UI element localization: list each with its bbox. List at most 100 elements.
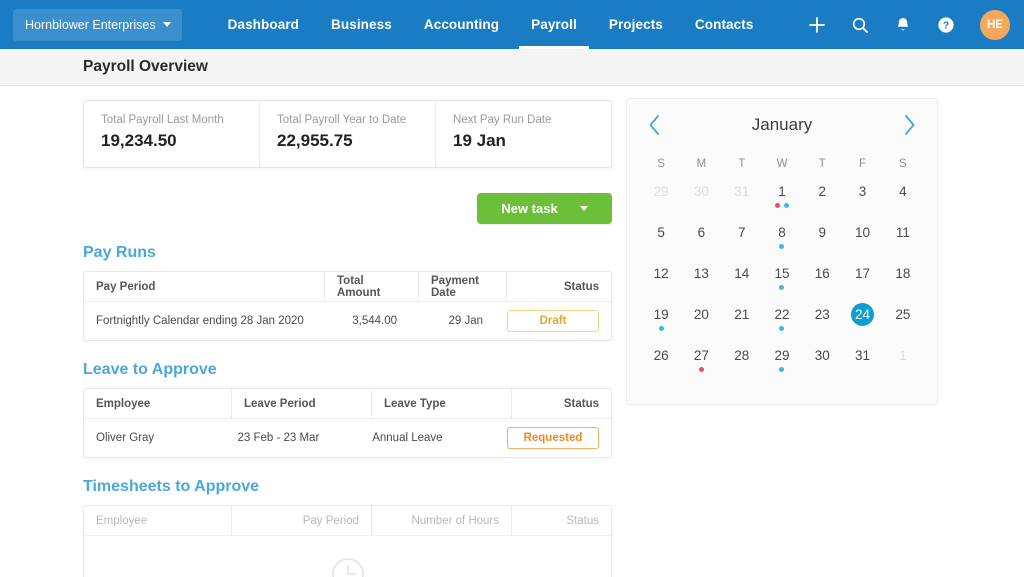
nav-item-contacts[interactable]: Contacts bbox=[679, 0, 770, 49]
calendar-day[interactable]: 2 bbox=[802, 177, 842, 218]
column-header-payment-date: Payment Date bbox=[418, 272, 506, 301]
leave-to-approve-heading: Leave to Approve bbox=[83, 361, 217, 378]
calendar-day[interactable]: 13 bbox=[681, 259, 721, 300]
svg-text:?: ? bbox=[943, 20, 949, 31]
status-badge[interactable]: Draft bbox=[507, 310, 599, 332]
chevron-down-icon bbox=[162, 22, 171, 27]
calendar-day[interactable]: 12 bbox=[641, 259, 681, 300]
nav-item-accounting[interactable]: Accounting bbox=[408, 0, 515, 49]
calendar-weekday: W bbox=[776, 158, 788, 170]
calendar-day-number: 26 bbox=[653, 347, 669, 363]
calendar-day[interactable]: 30 bbox=[802, 341, 842, 382]
chevron-down-icon bbox=[579, 206, 588, 211]
calendar-weekday: F bbox=[859, 158, 867, 170]
calendar-day[interactable]: 23 bbox=[802, 300, 842, 341]
calendar-day[interactable]: 9 bbox=[802, 218, 842, 259]
timesheets-to-approve-heading: Timesheets to Approve bbox=[83, 478, 260, 495]
calendar-weekday: M bbox=[696, 158, 707, 170]
page-content: Total Payroll Last Month 19,234.50 Total P… bbox=[0, 86, 1024, 577]
chevron-left-icon[interactable] bbox=[647, 114, 662, 136]
calendar-day[interactable]: 21 bbox=[722, 300, 762, 341]
calendar-day[interactable]: 31 bbox=[722, 177, 762, 218]
avatar[interactable]: HE bbox=[980, 9, 1010, 40]
search-icon[interactable] bbox=[849, 14, 871, 36]
calendar-day[interactable]: 11 bbox=[883, 218, 923, 259]
top-navigation-bar: Hornblower Enterprises Dashboard Business… bbox=[0, 0, 1024, 49]
calendar-day[interactable]: 28 bbox=[722, 341, 762, 382]
column-header-total-amount: Total Amount bbox=[324, 272, 418, 301]
timesheets-empty-state bbox=[84, 536, 611, 577]
calendar-weekday: S bbox=[657, 158, 665, 170]
calendar-day[interactable]: 10 bbox=[842, 218, 882, 259]
calendar-day[interactable]: 22 bbox=[762, 300, 802, 341]
table-header-row: Employee Pay Period Number of Hours Stat… bbox=[84, 506, 611, 536]
calendar-day[interactable]: 3 bbox=[842, 177, 882, 218]
calendar-day[interactable]: 1 bbox=[883, 341, 923, 382]
table-row[interactable]: Oliver Gray 23 Feb - 23 Mar Annual Leave… bbox=[84, 419, 611, 457]
calendar-day[interactable]: 7 bbox=[722, 218, 762, 259]
calendar-day-number: 16 bbox=[814, 265, 830, 281]
calendar-day-event-dots bbox=[762, 285, 802, 290]
calendar-day[interactable]: 25 bbox=[883, 300, 923, 341]
calendar-day[interactable]: 29 bbox=[641, 177, 681, 218]
table-row[interactable]: Fortnightly Calendar ending 28 Jan 2020 … bbox=[84, 302, 611, 340]
table-header-row: Employee Leave Period Leave Type Status bbox=[84, 389, 611, 419]
calendar-days-grid: 29 30 31 1 2 3 4 5 6 7 8 9 10 11 12 13 14 15 16 17 18 19 20 21 2… bbox=[627, 177, 937, 382]
help-icon[interactable]: ? bbox=[935, 14, 957, 36]
calendar-day[interactable]: 29 bbox=[762, 341, 802, 382]
cell-payment-date: 29 Jan bbox=[448, 315, 483, 327]
column-header-employee: Employee bbox=[96, 397, 151, 410]
calendar-day-number: 23 bbox=[814, 306, 830, 322]
page-title: Payroll Overview bbox=[83, 58, 208, 75]
calendar-weekday: S bbox=[899, 158, 907, 170]
bell-icon[interactable] bbox=[892, 14, 914, 36]
cell-employee: Oliver Gray bbox=[96, 432, 155, 444]
calendar-day[interactable]: 16 bbox=[802, 259, 842, 300]
calendar-day[interactable]: 1 bbox=[762, 177, 802, 218]
organisation-switcher[interactable]: Hornblower Enterprises bbox=[13, 8, 182, 41]
new-task-button[interactable]: New task bbox=[477, 193, 612, 224]
plus-icon[interactable] bbox=[806, 14, 828, 36]
calendar-day-selected[interactable]: 24 bbox=[842, 300, 882, 341]
calendar-day[interactable]: 4 bbox=[883, 177, 923, 218]
calendar-day-number: 4 bbox=[899, 183, 907, 199]
stat-card: Total Payroll Year to Date 22,955.75 bbox=[259, 101, 435, 167]
nav-item-projects[interactable]: Projects bbox=[593, 0, 679, 49]
calendar-day-number: 20 bbox=[693, 306, 709, 322]
nav-actions: ? HE bbox=[806, 0, 1010, 49]
nav-item-payroll[interactable]: Payroll bbox=[515, 0, 593, 49]
calendar-day[interactable]: 19 bbox=[641, 300, 681, 341]
calendar-day[interactable]: 20 bbox=[681, 300, 721, 341]
calendar-weekday: T bbox=[738, 158, 746, 170]
timesheets-to-approve-table: Employee Pay Period Number of Hours Stat… bbox=[83, 505, 612, 577]
nav-item-business[interactable]: Business bbox=[315, 0, 408, 49]
cell-pay-period: Fortnightly Calendar ending 28 Jan 2020 bbox=[96, 315, 304, 327]
stat-value: 19 Jan bbox=[453, 131, 506, 150]
calendar-day-number: 9 bbox=[818, 224, 827, 240]
calendar-day[interactable]: 27 bbox=[681, 341, 721, 382]
calendar-day[interactable]: 8 bbox=[762, 218, 802, 259]
calendar-day[interactable]: 5 bbox=[641, 218, 681, 259]
column-header-employee: Employee bbox=[96, 514, 148, 527]
calendar-day-number: 1 bbox=[778, 183, 786, 199]
stat-label: Next Pay Run Date bbox=[453, 114, 552, 126]
calendar-day-number: 15 bbox=[774, 265, 790, 281]
calendar-day[interactable]: 18 bbox=[883, 259, 923, 300]
calendar-day-number: 19 bbox=[653, 306, 669, 322]
status-badge[interactable]: Requested bbox=[506, 427, 599, 449]
calendar-day[interactable]: 15 bbox=[762, 259, 802, 300]
chevron-right-icon[interactable] bbox=[902, 114, 917, 136]
organisation-name: Hornblower Enterprises bbox=[25, 17, 156, 32]
nav-item-dashboard[interactable]: Dashboard bbox=[212, 0, 315, 49]
calendar-day-number: 31 bbox=[855, 347, 871, 363]
calendar-day[interactable]: 17 bbox=[842, 259, 882, 300]
column-header-status: Status bbox=[506, 272, 611, 301]
calendar-day[interactable]: 31 bbox=[842, 341, 882, 382]
calendar-day[interactable]: 6 bbox=[681, 218, 721, 259]
calendar-day[interactable]: 26 bbox=[641, 341, 681, 382]
calendar-day[interactable]: 14 bbox=[722, 259, 762, 300]
new-task-label: New task bbox=[501, 201, 558, 216]
table-header-row: Pay Period Total Amount Payment Date Sta… bbox=[84, 272, 611, 302]
calendar-day[interactable]: 30 bbox=[681, 177, 721, 218]
cell-status: Draft bbox=[495, 302, 611, 340]
